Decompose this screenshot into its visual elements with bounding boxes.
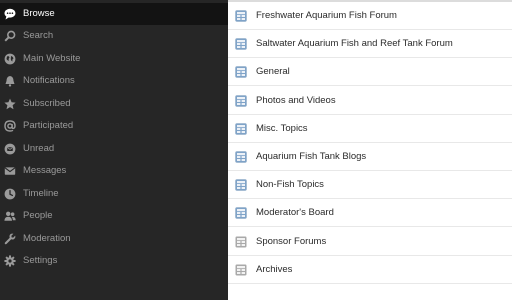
sidebar-item-messages[interactable]: Messages — [0, 160, 228, 182]
forum-icon — [235, 66, 247, 79]
forum-icon — [235, 179, 247, 191]
forum-row[interactable]: Sponsor Forums — [228, 228, 512, 256]
forum-row[interactable]: Freshwater Aquarium Fish Forum — [228, 2, 512, 30]
forum-icon — [235, 94, 247, 107]
star-icon — [4, 98, 16, 110]
sidebar-item-settings[interactable]: Settings — [0, 250, 228, 272]
forum-icon — [235, 236, 247, 248]
forum-icon — [235, 123, 247, 135]
search-icon — [4, 30, 16, 42]
sidebar-item-label: People — [23, 210, 53, 221]
forum-row[interactable]: Misc. Topics — [228, 115, 512, 143]
forum-title: Non-Fish Topics — [256, 179, 324, 191]
sidebar-item-label: Messages — [23, 165, 67, 176]
forum-title: Photos and Videos — [256, 94, 336, 106]
sidebar-item-label: Unread — [23, 143, 55, 154]
forum-title: Sponsor Forums — [256, 235, 327, 247]
forum-title: Misc. Topics — [256, 122, 308, 134]
forum-row[interactable]: Non-Fish Topics — [228, 171, 512, 200]
sidebar-item-timeline[interactable]: Timeline — [0, 183, 228, 205]
forum-icon — [235, 38, 247, 50]
sidebar-item-label: Notifications — [23, 75, 75, 86]
sidebar-item-label: Timeline — [23, 188, 59, 199]
sidebar: Browse Search Main Website Notifications… — [0, 0, 228, 300]
unread-icon — [4, 143, 16, 155]
sidebar-item-label: Subscribed — [23, 98, 71, 109]
forum-title: Saltwater Aquarium Fish and Reef Tank Fo… — [256, 38, 453, 50]
sidebar-item-search[interactable]: Search — [0, 25, 228, 47]
sidebar-item-participated[interactable]: Participated — [0, 115, 228, 137]
people-icon — [4, 210, 16, 222]
sidebar-item-label: Main Website — [23, 53, 81, 64]
forum-list: Freshwater Aquarium Fish Forum Saltwater … — [228, 0, 512, 300]
gear-icon — [4, 255, 16, 267]
forum-row[interactable]: Moderator's Board — [228, 199, 512, 228]
sidebar-item-notifications[interactable]: Notifications — [0, 70, 228, 92]
sidebar-item-people[interactable]: People — [0, 205, 228, 227]
forum-icon — [235, 207, 247, 220]
globe-icon — [4, 53, 16, 65]
forum-title: General — [256, 66, 290, 78]
sidebar-item-subscribed[interactable]: Subscribed — [0, 93, 228, 115]
forum-title: Freshwater Aquarium Fish Forum — [256, 10, 397, 21]
forum-title: Archives — [256, 263, 293, 275]
sidebar-item-unread[interactable]: Unread — [0, 138, 228, 160]
forum-icon — [235, 264, 247, 276]
at-sign-icon — [4, 120, 16, 132]
sidebar-item-label: Moderation — [23, 233, 71, 244]
sidebar-item-main-website[interactable]: Main Website — [0, 48, 228, 70]
envelope-icon — [4, 165, 16, 177]
forum-icon — [235, 151, 247, 163]
sidebar-item-label: Settings — [23, 255, 58, 266]
forum-row[interactable]: Aquarium Fish Tank Blogs — [228, 143, 512, 171]
sidebar-item-label: Search — [23, 30, 54, 41]
forum-title: Aquarium Fish Tank Blogs — [256, 151, 367, 162]
bell-icon — [4, 75, 16, 87]
wrench-icon — [4, 233, 16, 245]
chat-bubble-icon — [4, 8, 16, 20]
forum-title: Moderator's Board — [256, 207, 334, 219]
clock-icon — [4, 188, 16, 200]
sidebar-item-browse[interactable]: Browse — [0, 3, 228, 25]
forum-row[interactable]: Photos and Videos — [228, 87, 512, 115]
sidebar-item-label: Participated — [23, 120, 74, 131]
sidebar-item-moderation[interactable]: Moderation — [0, 228, 228, 250]
forum-row[interactable]: General — [228, 58, 512, 87]
forum-icon — [235, 10, 247, 22]
forum-row[interactable]: Saltwater Aquarium Fish and Reef Tank Fo… — [228, 30, 512, 59]
forum-row[interactable]: Archives — [228, 256, 512, 284]
sidebar-item-label: Browse — [23, 8, 55, 19]
